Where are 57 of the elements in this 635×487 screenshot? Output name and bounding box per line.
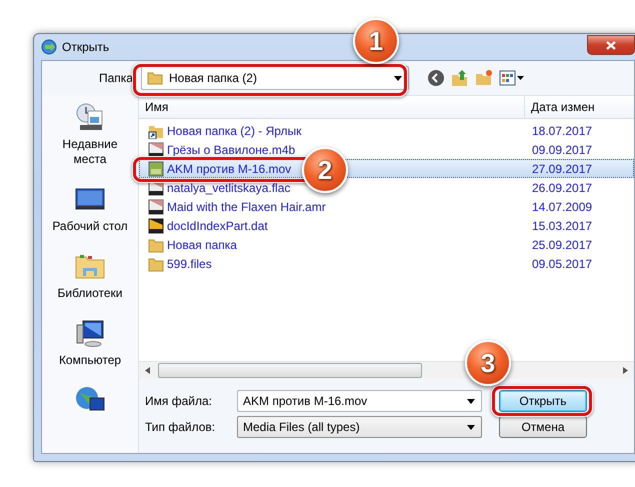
step-number: 1 bbox=[353, 18, 399, 64]
file-name: docIdIndexPart.dat bbox=[167, 218, 268, 232]
file-date: 27.09.2017 bbox=[531, 162, 592, 176]
folder-dropdown[interactable]: Новая папка (2) bbox=[141, 66, 409, 90]
scroll-right-icon[interactable] bbox=[623, 367, 628, 374]
filename-label: Имя файла: bbox=[145, 394, 213, 408]
file-row[interactable]: Maid with the Flaxen Hair.amr 14.07.2009 bbox=[139, 197, 634, 216]
file-name: Новая папка bbox=[167, 238, 237, 252]
file-date: 09.05.2017 bbox=[531, 256, 592, 270]
open-button[interactable]: Открыть bbox=[499, 390, 587, 412]
folder-icon bbox=[148, 236, 164, 252]
data-file-icon bbox=[148, 218, 164, 234]
file-name: Maid with the Flaxen Hair.amr bbox=[167, 200, 326, 214]
file-row[interactable]: docIdIndexPart.dat 15.03.2017 bbox=[139, 216, 634, 235]
file-date: 09.09.2017 bbox=[531, 142, 592, 156]
caret-icon bbox=[394, 76, 402, 80]
video-file-icon bbox=[148, 160, 164, 176]
new-folder-icon[interactable] bbox=[475, 69, 493, 87]
scroll-left-icon[interactable] bbox=[145, 367, 150, 374]
caret-icon bbox=[467, 424, 475, 430]
window-title: Открыть bbox=[62, 40, 110, 54]
place-label[interactable]: Компьютер bbox=[58, 353, 122, 368]
back-icon[interactable] bbox=[427, 69, 445, 87]
folder-icon bbox=[147, 70, 163, 86]
caret-icon bbox=[467, 398, 475, 404]
scrollbar-thumb[interactable] bbox=[158, 363, 422, 378]
file-date: 25.09.2017 bbox=[531, 238, 592, 252]
file-date: 18.07.2017 bbox=[531, 124, 592, 138]
close-button[interactable] bbox=[587, 35, 635, 55]
file-row[interactable]: 599.files 09.05.2017 bbox=[139, 254, 634, 273]
place-label[interactable]: Библиотеки bbox=[57, 286, 122, 301]
media-file-icon bbox=[148, 198, 164, 214]
name-column-header[interactable]: Имя bbox=[139, 96, 525, 118]
file-date: 14.07.2009 bbox=[531, 200, 592, 214]
file-name: Новая папка (2) - Ярлык bbox=[167, 124, 302, 138]
file-name: Грёзы о Вавилоне.m4b bbox=[167, 142, 296, 156]
file-row[interactable]: Новая папка (2) - Ярлык 18.07.2017 bbox=[139, 121, 634, 140]
place-label[interactable]: Недавние места bbox=[46, 137, 134, 167]
file-name: natalya_vetlitskaya.flac bbox=[167, 180, 290, 194]
file-date: 26.09.2017 bbox=[531, 180, 592, 194]
folder-label: Папка bbox=[99, 71, 134, 85]
file-date: 15.03.2017 bbox=[531, 218, 592, 232]
media-file-icon bbox=[148, 142, 164, 158]
file-row[interactable]: Новая папка 25.09.2017 bbox=[139, 235, 634, 254]
close-icon bbox=[606, 40, 616, 50]
folder-icon bbox=[148, 256, 164, 272]
file-name: AKM против M-16.mov bbox=[167, 162, 292, 176]
date-column-header[interactable]: Дата измен bbox=[525, 96, 634, 118]
file-type-dropdown[interactable]: Media Files (all types) bbox=[237, 416, 482, 438]
globe-icon bbox=[41, 39, 57, 55]
file-name: 599.files bbox=[167, 256, 212, 270]
filename-field[interactable]: AKM против M-16.mov bbox=[237, 390, 482, 412]
cancel-button[interactable]: Отмена bbox=[499, 416, 587, 438]
file-type-label: Тип файлов: bbox=[145, 420, 216, 434]
place-label[interactable]: Рабочий стол bbox=[52, 219, 128, 234]
view-menu-icon[interactable] bbox=[499, 69, 525, 87]
folder-up-icon[interactable] bbox=[451, 69, 469, 87]
